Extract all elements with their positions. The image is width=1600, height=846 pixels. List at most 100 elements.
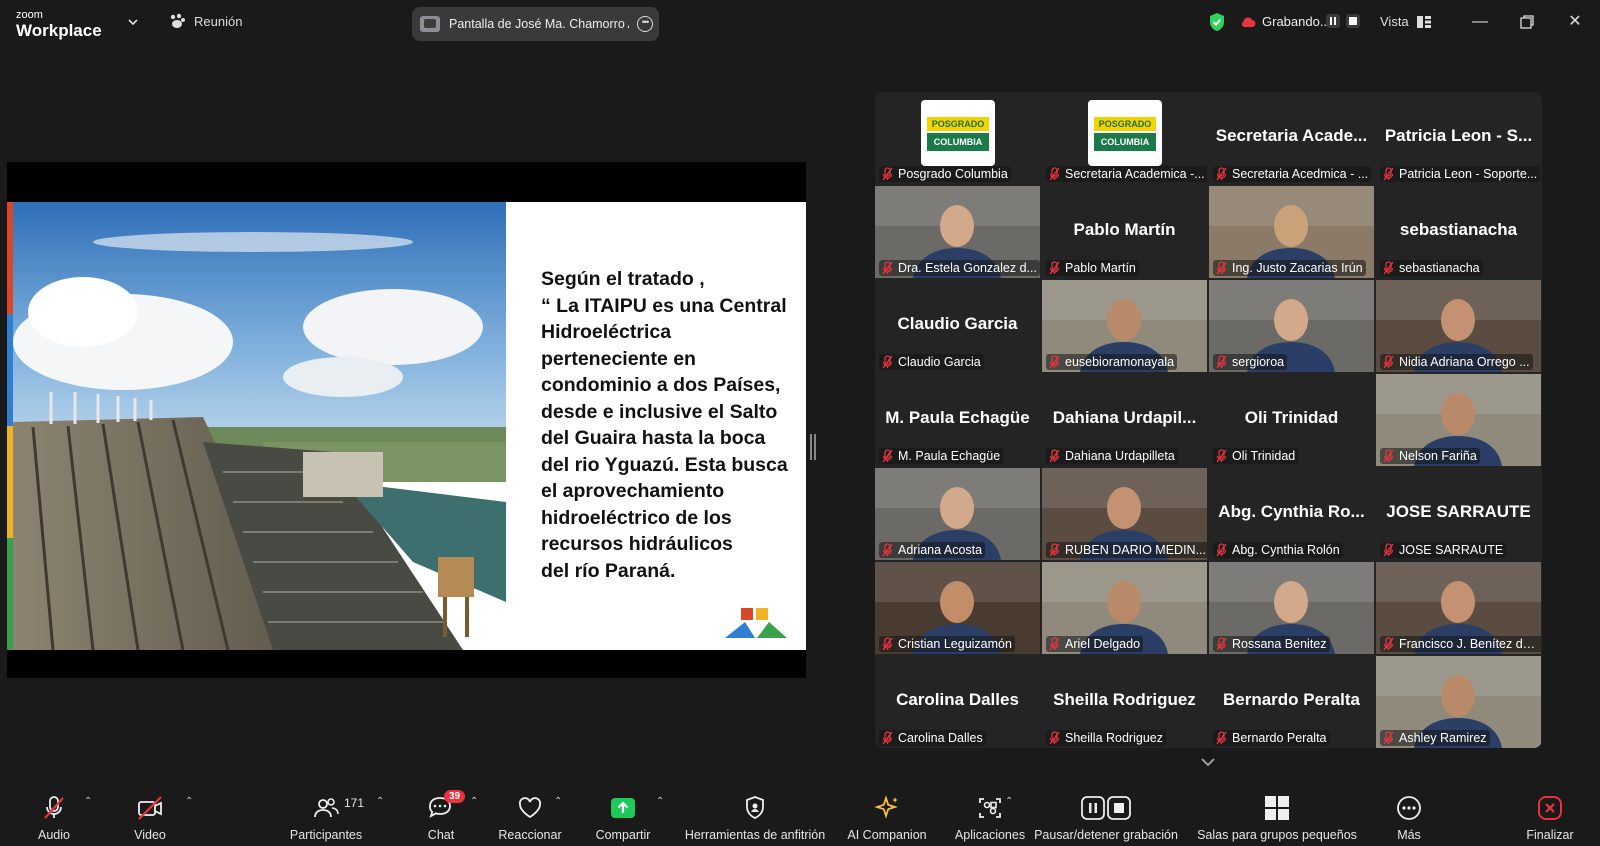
participant-tile[interactable]: Pablo Martín Pablo Martín <box>1042 186 1207 278</box>
participant-tile[interactable]: Ariel Delgado <box>1042 562 1207 654</box>
more-button[interactable]: Más <box>1384 790 1434 846</box>
restore-window-icon[interactable] <box>1517 12 1537 32</box>
participant-name-label: Abg. Cynthia Rolón <box>1213 542 1343 558</box>
split-resize-handle[interactable] <box>810 434 816 460</box>
participant-tile[interactable]: Sheilla Rodriguez Sheilla Rodriguez <box>1042 656 1207 748</box>
slide-line: recursos hidráulicos <box>541 533 733 555</box>
participant-tile[interactable]: M. Paula Echagüe M. Paula Echagüe <box>875 374 1040 466</box>
participant-tile[interactable]: Bernardo Peralta Bernardo Peralta <box>1209 656 1374 748</box>
audio-button[interactable]: Audio <box>26 790 82 846</box>
apps-label: Aplicaciones <box>954 828 1026 842</box>
breakout-rooms-icon <box>1265 796 1289 820</box>
participant-name: Posgrado Columbia <box>898 167 1008 181</box>
apps-options-caret-icon[interactable]: ⌃ <box>1005 796 1013 807</box>
share-options-caret-icon[interactable]: ⌃ <box>656 796 664 807</box>
participant-tile[interactable]: Ashley Ramirez <box>1376 656 1541 748</box>
participant-name-label: Dra. Estela Gonzalez d... <box>879 260 1040 276</box>
participant-name-label: Claudio Garcia <box>879 354 984 370</box>
participant-tile[interactable]: POSGRADO COLUMBIA Posgrado Columbia <box>875 92 1040 184</box>
participant-tile[interactable]: POSGRADO COLUMBIA Secretaria Academica -..… <box>1042 92 1207 184</box>
participants-button[interactable]: 171 Participantes <box>290 790 364 846</box>
participant-tile[interactable]: Claudio Garcia Claudio Garcia <box>875 280 1040 372</box>
participant-tile[interactable]: JOSE SARRAUTE JOSE SARRAUTE <box>1376 468 1541 560</box>
brand-large: Workplace <box>16 21 102 40</box>
more-options-icon[interactable]: ••• <box>637 16 653 32</box>
view-button[interactable]: Vista <box>1380 14 1431 29</box>
participants-options-caret-icon[interactable]: ⌃ <box>376 796 384 807</box>
participant-name: Nelson Fariña <box>1399 449 1477 463</box>
participant-display-name: Carolina Dalles <box>896 690 1019 709</box>
participant-name-label: M. Paula Echagüe <box>879 448 1004 464</box>
participant-display-name: Patricia Leon - S... <box>1384 126 1533 145</box>
end-meeting-icon <box>1538 796 1562 820</box>
participant-tile[interactable]: Ing. Justo Zacarias Irún <box>1209 186 1374 278</box>
more-label: Más <box>1397 828 1421 842</box>
gallery-next-page-chevron-icon[interactable] <box>1199 756 1217 768</box>
participant-tile[interactable]: Abg. Cynthia Ro... Abg. Cynthia Rolón <box>1209 468 1374 560</box>
participant-tile[interactable]: Nidia Adriana Orrego ... <box>1376 280 1541 372</box>
participant-name: Oli Trinidad <box>1232 449 1296 463</box>
participant-name: Abg. Cynthia Rolón <box>1232 543 1340 557</box>
participant-tile[interactable]: Francisco J. Benítez del... <box>1376 562 1541 654</box>
pause-stop-recording-button[interactable]: Pausar/detener grabación <box>1030 790 1182 846</box>
participant-name-label: Oli Trinidad <box>1213 448 1299 464</box>
share-screen-button[interactable]: Compartir <box>588 790 658 846</box>
pause-recording-icon[interactable] <box>1326 14 1340 28</box>
breakout-rooms-button[interactable]: Salas para grupos pequeños <box>1196 790 1358 846</box>
ai-companion-button[interactable]: AI Companion <box>844 790 930 846</box>
meeting-info-button[interactable]: Reunión <box>168 13 242 29</box>
muted-mic-icon <box>882 355 893 369</box>
react-options-caret-icon[interactable]: ⌃ <box>554 796 562 807</box>
participant-name: Francisco J. Benítez del... <box>1399 637 1541 651</box>
close-icon[interactable]: ✕ <box>1565 12 1585 32</box>
participant-name-label: JOSE SARRAUTE <box>1380 542 1507 558</box>
participant-tile[interactable]: sergioroa <box>1209 280 1374 372</box>
zoom-workplace-logo[interactable]: zoom Workplace <box>16 10 102 40</box>
participant-tile[interactable]: Rossana Benitez <box>1209 562 1374 654</box>
end-meeting-button[interactable]: Finalizar <box>1520 790 1580 846</box>
pause-stop-record-icon <box>1081 796 1131 820</box>
slide-line: el aprovechamiento <box>541 480 725 502</box>
audio-options-caret-icon[interactable]: ⌃ <box>84 796 92 807</box>
participant-tile[interactable]: Adriana Acosta <box>875 468 1040 560</box>
participant-tile[interactable]: Cristian Leguizamón <box>875 562 1040 654</box>
participant-tile[interactable]: Dahiana Urdapil... Dahiana Urdapilleta <box>1042 374 1207 466</box>
participant-tile[interactable]: eusebioramonayala <box>1042 280 1207 372</box>
chevron-down-icon[interactable] <box>126 15 140 29</box>
participant-tile[interactable]: Patricia Leon - S... Patricia Leon - Sopo… <box>1376 92 1541 184</box>
participant-tile[interactable]: RUBEN DARIO MEDIN... <box>1042 468 1207 560</box>
muted-mic-icon <box>1383 731 1394 745</box>
participant-name-label: Ariel Delgado <box>1046 636 1144 652</box>
participant-name-label: Patricia Leon - Soporte... <box>1380 166 1541 182</box>
muted-mic-icon <box>1049 261 1060 275</box>
participant-tile[interactable]: Nelson Fariña <box>1376 374 1541 466</box>
participant-name: Dra. Estela Gonzalez d... <box>898 261 1037 275</box>
recording-label: Grabando... <box>1262 14 1331 29</box>
slide-line: hidroeléctrico de los <box>541 506 732 529</box>
apps-button[interactable]: Aplicaciones <box>950 790 1030 846</box>
participant-tile[interactable]: sebastianacha sebastianacha <box>1376 186 1541 278</box>
participant-name-label: RUBEN DARIO MEDIN... <box>1046 542 1207 558</box>
participant-tile[interactable]: Carolina Dalles Carolina Dalles <box>875 656 1040 748</box>
participant-display-name: Bernardo Peralta <box>1223 690 1360 709</box>
host-tools-button[interactable]: Herramientas de anfitrión <box>680 790 830 846</box>
participant-name: Nidia Adriana Orrego ... <box>1399 355 1530 369</box>
share-label: Pantalla de José Ma. Chamorro A <box>449 17 629 31</box>
participant-tile[interactable]: Dra. Estela Gonzalez d... <box>875 186 1040 278</box>
muted-mic-icon <box>1383 167 1394 181</box>
minimize-icon[interactable]: — <box>1470 12 1490 32</box>
participant-display-name: Sheilla Rodriguez <box>1053 690 1196 709</box>
video-options-caret-icon[interactable]: ⌃ <box>185 796 193 807</box>
stop-recording-icon[interactable] <box>1346 14 1360 28</box>
ai-sparkle-icon <box>874 795 898 819</box>
participant-name: M. Paula Echagüe <box>898 449 1001 463</box>
view-label: Vista <box>1380 14 1409 29</box>
participant-tile[interactable]: Secretaria Acade... Secretaria Acedmica -… <box>1209 92 1374 184</box>
security-shield-icon[interactable] <box>1208 12 1226 32</box>
screen-share-indicator[interactable]: Pantalla de José Ma. Chamorro A ••• <box>412 7 659 41</box>
chat-options-caret-icon[interactable]: ⌃ <box>470 796 478 807</box>
chat-button[interactable]: 39 Chat <box>418 790 466 846</box>
participant-tile[interactable]: Oli Trinidad Oli Trinidad <box>1209 374 1374 466</box>
video-button[interactable]: Video <box>122 790 178 846</box>
slide-line: del río Paraná. <box>541 559 676 582</box>
